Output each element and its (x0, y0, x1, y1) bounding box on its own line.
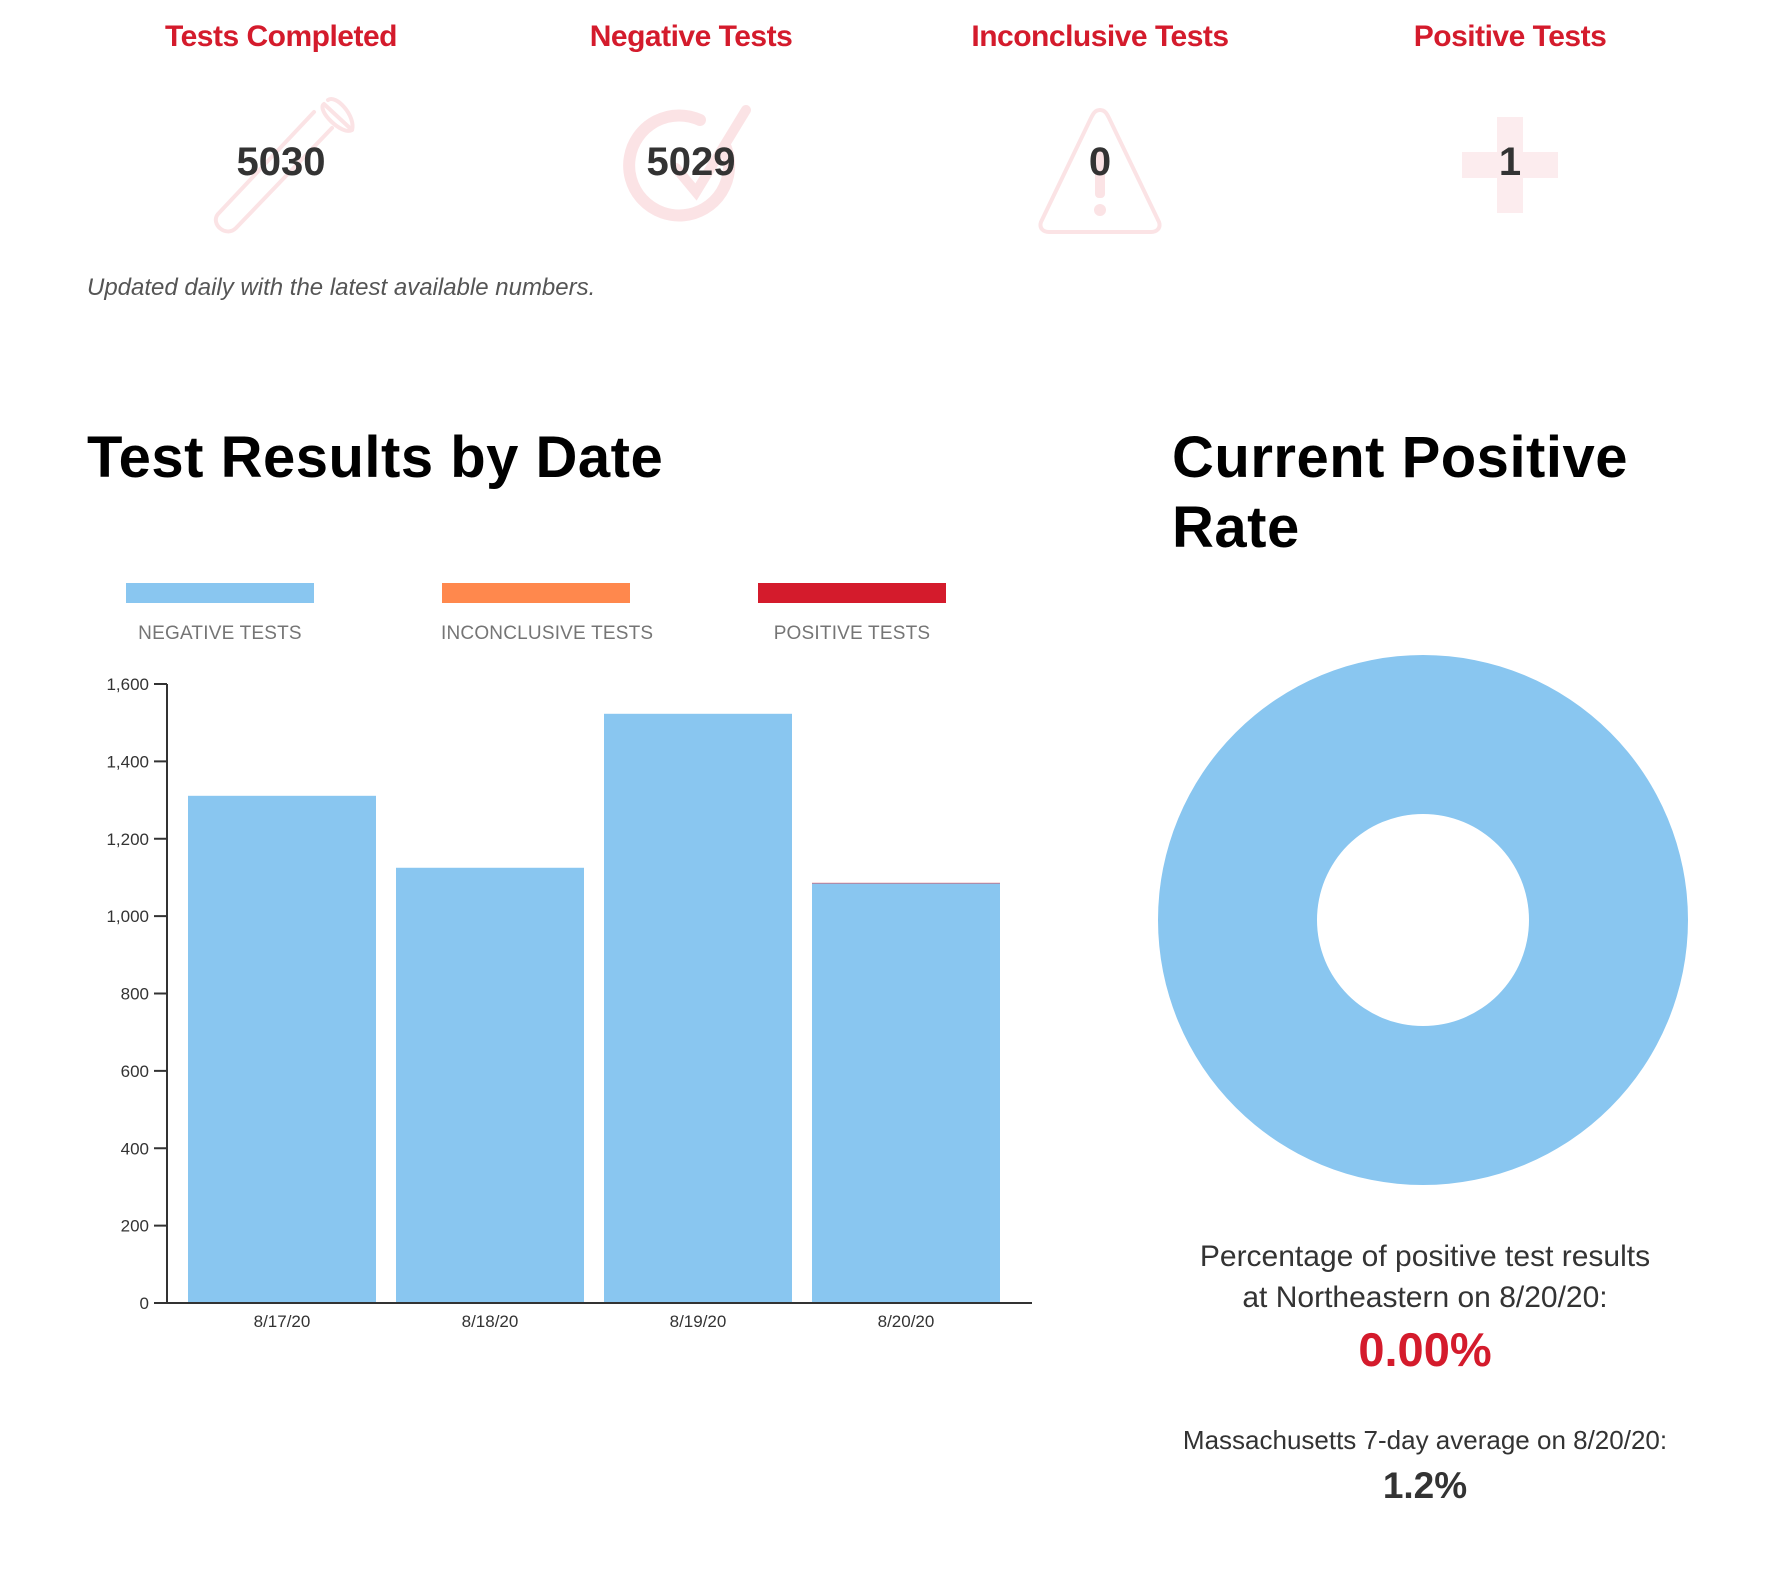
rate-description-line2: at Northeastern on 8/20/20: (1242, 1281, 1608, 1314)
ma-average-description: Massachusetts 7-day average on 8/20/20: (1182, 1425, 1668, 1455)
bar-negative-tests-8/18/20[interactable] (396, 867, 584, 1303)
x-axis: 8/17/20 8/18/20 8/19/20 8/20/20 (167, 1302, 1032, 1331)
y-tick-label: 1,000 (106, 907, 149, 926)
rate-title-line2: Rate (1172, 495, 1300, 560)
ma-average-value: 1.2% (1382, 1465, 1468, 1506)
x-tick-label: 8/20/20 (878, 1312, 935, 1331)
rate-title: Current Positive Rate (1172, 423, 1628, 563)
y-axis: 0 200 400 600 800 1,000 1,200 1,400 1,600 (106, 675, 168, 1313)
y-tick-label: 1,400 (106, 752, 149, 771)
bar-chart: 0 200 400 600 800 1,000 1,200 1,400 1,600 8/17/2… (106, 675, 1032, 1331)
rate-description: Percentage of positive test results at N… (1125, 1236, 1725, 1318)
bar-negative-tests-8/17/20[interactable] (188, 795, 376, 1303)
rate-description-line1: Percentage of positive test results (1199, 1240, 1651, 1273)
donut-layer (1158, 655, 1688, 1185)
y-tick-label: 200 (121, 1217, 149, 1236)
stat-value: 1 (1498, 140, 1522, 184)
x-tick-label: 8/18/20 (462, 1312, 519, 1331)
y-tick-label: 1,200 (106, 830, 149, 849)
bar-positive-tests-8/20/20[interactable] (812, 882, 1000, 884)
donut-slice-negative[interactable] (1158, 655, 1688, 1185)
y-tick-label: 800 (121, 985, 149, 1004)
stat-label: Positive Tests (1413, 20, 1607, 53)
x-tick-label: 8/17/20 (254, 1312, 311, 1331)
bar-negative-tests-8/19/20[interactable] (604, 713, 792, 1303)
bar-negative-tests-8/20/20[interactable] (812, 883, 1000, 1303)
stat-positive-tests: Positive Tests 1 (1330, 0, 1690, 250)
northeastern-rate-value: 0.00% (1358, 1323, 1492, 1376)
donut-chart (1158, 655, 1688, 1185)
bars-layer (188, 713, 1000, 1303)
y-tick-label: 600 (121, 1062, 149, 1081)
y-tick-label: 400 (121, 1139, 149, 1158)
y-tick-label: 1,600 (106, 675, 149, 694)
rate-title-line1: Current Positive (1172, 425, 1628, 490)
x-tick-label: 8/19/20 (670, 1312, 727, 1331)
y-tick-label: 0 (140, 1294, 149, 1313)
